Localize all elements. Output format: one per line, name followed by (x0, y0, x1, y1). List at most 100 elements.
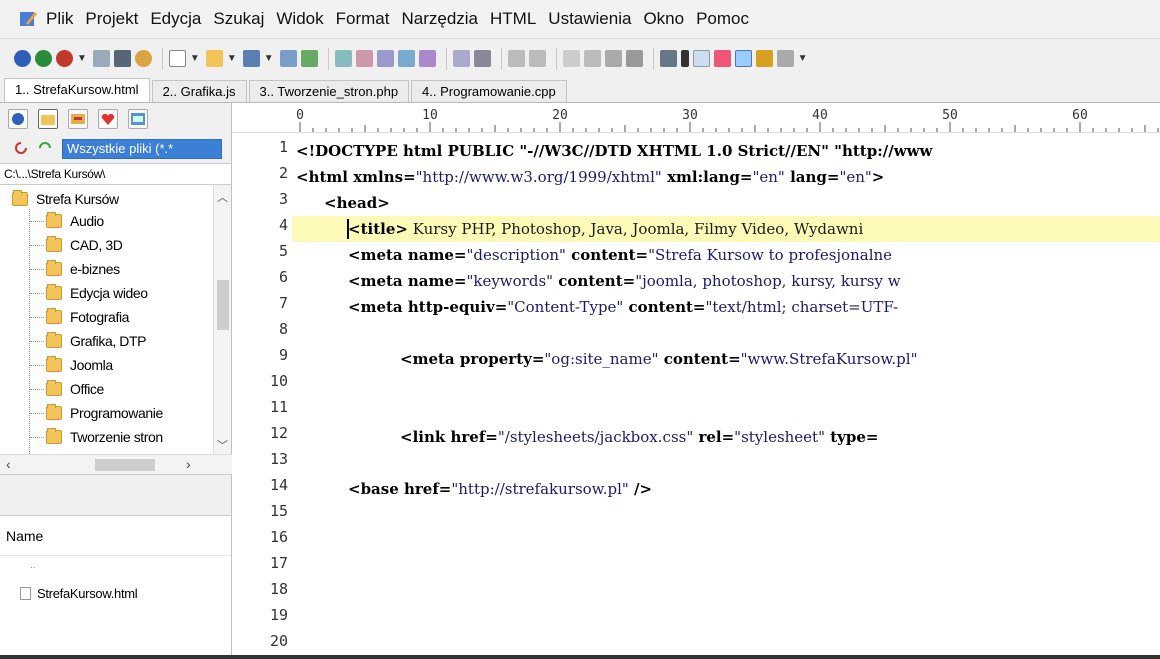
tree-item-office[interactable]: Office (30, 377, 104, 401)
code-line-9: <meta property="og:site_name" content="w… (400, 350, 918, 368)
sync-icon[interactable] (38, 141, 52, 158)
menu-settings[interactable]: Ustawienia (548, 9, 631, 29)
chevron-down-icon[interactable]: ▼ (77, 53, 87, 64)
line-number: 10 (269, 372, 288, 390)
file-list-name-header[interactable]: Name (0, 516, 231, 556)
scrollbar-thumb[interactable] (95, 459, 155, 471)
parent-directory[interactable]: .. (30, 560, 36, 571)
tree-horizontal-scrollbar[interactable]: ‹ › (0, 454, 232, 474)
redo-icon[interactable] (528, 50, 546, 67)
sidebar-tab-folder-icon[interactable] (38, 109, 58, 129)
tree-item-joomla[interactable]: Joomla (30, 353, 113, 377)
menu-window[interactable]: Okno (643, 9, 684, 29)
sidebar-tab-globe-icon[interactable] (8, 109, 28, 129)
globe-color-icon[interactable] (35, 50, 52, 67)
scroll-left-icon[interactable]: ‹ (6, 456, 11, 472)
menu-project[interactable]: Projekt (85, 9, 138, 29)
globe-icon[interactable] (14, 50, 31, 67)
tree-item-label: CAD, 3D (70, 237, 123, 253)
color-icon[interactable] (713, 50, 731, 67)
scroll-right-icon[interactable]: › (186, 456, 191, 472)
sidebar-tab-favorites-icon[interactable] (98, 109, 118, 129)
paste-icon[interactable] (604, 50, 622, 67)
www-icon[interactable] (776, 50, 794, 67)
tab-programowanie[interactable]: 4.. Programowanie.cpp (411, 80, 567, 102)
menu-search[interactable]: Szukaj (213, 9, 264, 29)
save-all-icon[interactable] (279, 50, 297, 67)
menu-html[interactable]: HTML (490, 9, 536, 29)
indent-icon[interactable] (659, 50, 677, 67)
tree-item-tworzenie-stron[interactable]: Tworzenie stron (30, 425, 163, 449)
line-number: 9 (278, 346, 288, 364)
tab-tworzenie-stron[interactable]: 3.. Tworzenie_stron.php (248, 80, 410, 102)
tree-item-label: Programowanie (70, 405, 163, 421)
chevron-down-icon[interactable]: ▼ (798, 53, 808, 64)
folder-icon (46, 284, 62, 300)
scroll-down-icon[interactable]: ﹀ (217, 437, 228, 453)
tab-strefakursow[interactable]: 1.. StrefaKursow.html (4, 78, 150, 102)
copy-icon[interactable] (583, 50, 601, 67)
clip-icon[interactable] (418, 50, 436, 67)
print-preview-icon[interactable] (452, 50, 470, 67)
new-file-icon[interactable] (168, 50, 186, 67)
toolbar-separator (652, 47, 654, 70)
save-icon[interactable] (242, 50, 260, 67)
file-filter-select[interactable]: Wszystkie pliki (*.* (62, 139, 222, 159)
code-line-4: <title> Kursy PHP, Photoshop, Java, Joom… (292, 216, 1160, 242)
tree-icon[interactable] (300, 50, 318, 67)
menu-view[interactable]: Widok (276, 9, 323, 29)
tree-item-grafika[interactable]: Grafika, DTP (30, 329, 147, 353)
refresh-icon[interactable] (14, 141, 28, 158)
line-number: 13 (269, 450, 288, 468)
window-icon[interactable] (113, 50, 131, 67)
code-editor[interactable]: 0 10 20 30 40 50 60 1 2 3 4 5 6 7 8 9 10 11 12 13 14 15 16 17 1… (232, 103, 1160, 659)
tree-vertical-scrollbar[interactable]: ︿ ﹀ (213, 185, 231, 455)
chevron-down-icon[interactable]: ▼ (264, 53, 274, 64)
scroll-up-icon[interactable]: ︿ (217, 189, 228, 205)
tree-item-label: Audio (70, 213, 104, 229)
line-number: 8 (278, 320, 288, 338)
chevron-down-icon[interactable]: ▼ (190, 53, 200, 64)
code-line-7: <meta http-equiv="Content-Type" content=… (348, 298, 899, 316)
tree-item-label: e-biznes (70, 261, 120, 277)
browser-icon[interactable] (56, 50, 73, 67)
delete-icon[interactable] (625, 50, 643, 67)
preview-icon[interactable] (92, 50, 110, 67)
cut-icon[interactable] (562, 50, 580, 67)
toolbar: ▼ ▼ ▼ ▼ ▼ (0, 38, 1160, 78)
open-folder-icon[interactable] (205, 50, 223, 67)
tree-root-folder[interactable]: Strefa Kursów (12, 187, 119, 211)
print-icon[interactable] (473, 50, 491, 67)
code-icon[interactable] (397, 50, 415, 67)
layout-icon[interactable] (692, 50, 710, 67)
tree-item-edycja-wideo[interactable]: Edycja wideo (30, 281, 148, 305)
sidebar-tab-snippets-icon[interactable] (68, 109, 88, 129)
gear-icon[interactable] (134, 50, 152, 67)
code-area[interactable]: <!DOCTYPE html PUBLIC "-//W3C//DTD XHTML… (292, 133, 1160, 659)
find-icon[interactable] (334, 50, 352, 67)
replace-icon[interactable] (355, 50, 373, 67)
scrollbar-thumb[interactable] (217, 280, 229, 330)
lock-icon[interactable] (755, 50, 773, 67)
tree-item-fotografia[interactable]: Fotografia (30, 305, 129, 329)
ruler-label: 50 (942, 108, 958, 123)
sidebar-tab-templates-icon[interactable] (128, 109, 148, 129)
tree-item-audio[interactable]: Audio (30, 209, 104, 233)
ruler-label: 0 (296, 108, 304, 123)
menu-format[interactable]: Format (336, 9, 390, 29)
file-item[interactable]: StrefaKursow.html (20, 586, 138, 601)
tree-item-programowanie[interactable]: Programowanie (30, 401, 163, 425)
undo-icon[interactable] (507, 50, 525, 67)
chevron-down-icon[interactable]: ▼ (227, 53, 237, 64)
menu-tools[interactable]: Narzędzia (401, 9, 478, 29)
panel-icon[interactable] (734, 50, 752, 67)
tree-item-cad[interactable]: CAD, 3D (30, 233, 123, 257)
tree-item-ebiznes[interactable]: e-biznes (30, 257, 120, 281)
menu-edit[interactable]: Edycja (150, 9, 201, 29)
menu-help[interactable]: Pomoc (696, 9, 749, 29)
tree-item-label: Edycja wideo (70, 285, 148, 301)
paragraph-icon[interactable] (680, 50, 689, 67)
menu-file[interactable]: Plik (46, 9, 73, 29)
tab-grafika[interactable]: 2.. Grafika.js (151, 80, 247, 102)
book-icon[interactable] (376, 50, 394, 67)
